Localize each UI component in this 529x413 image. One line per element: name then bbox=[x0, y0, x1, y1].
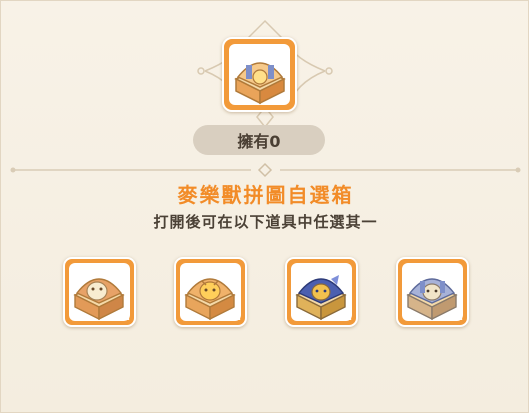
chest-option-4[interactable]: 1 bbox=[396, 257, 469, 327]
option-count: 1 bbox=[342, 309, 352, 324]
owned-count-badge: 擁有0 bbox=[193, 125, 325, 155]
chest-option-1[interactable]: 1 bbox=[63, 257, 136, 327]
chest-option-2[interactable]: 1 bbox=[174, 257, 247, 327]
treasure-chest-icon bbox=[234, 62, 286, 105]
option-count: 1 bbox=[120, 309, 130, 324]
selected-chest-item[interactable] bbox=[222, 37, 297, 112]
section-divider bbox=[10, 162, 521, 178]
option-count: 1 bbox=[453, 309, 463, 324]
chest-detail-panel: 擁有0 麥樂獸拼圖自選箱 打開後可在以下道具中任選其一 1 1 1 1 bbox=[0, 0, 529, 413]
option-count: 1 bbox=[231, 309, 241, 324]
chest-description: 打開後可在以下道具中任選其一 bbox=[153, 213, 378, 231]
chest-title: 麥樂獸拼圖自選箱 bbox=[177, 183, 354, 207]
chest-option-3[interactable]: 1 bbox=[285, 257, 358, 327]
